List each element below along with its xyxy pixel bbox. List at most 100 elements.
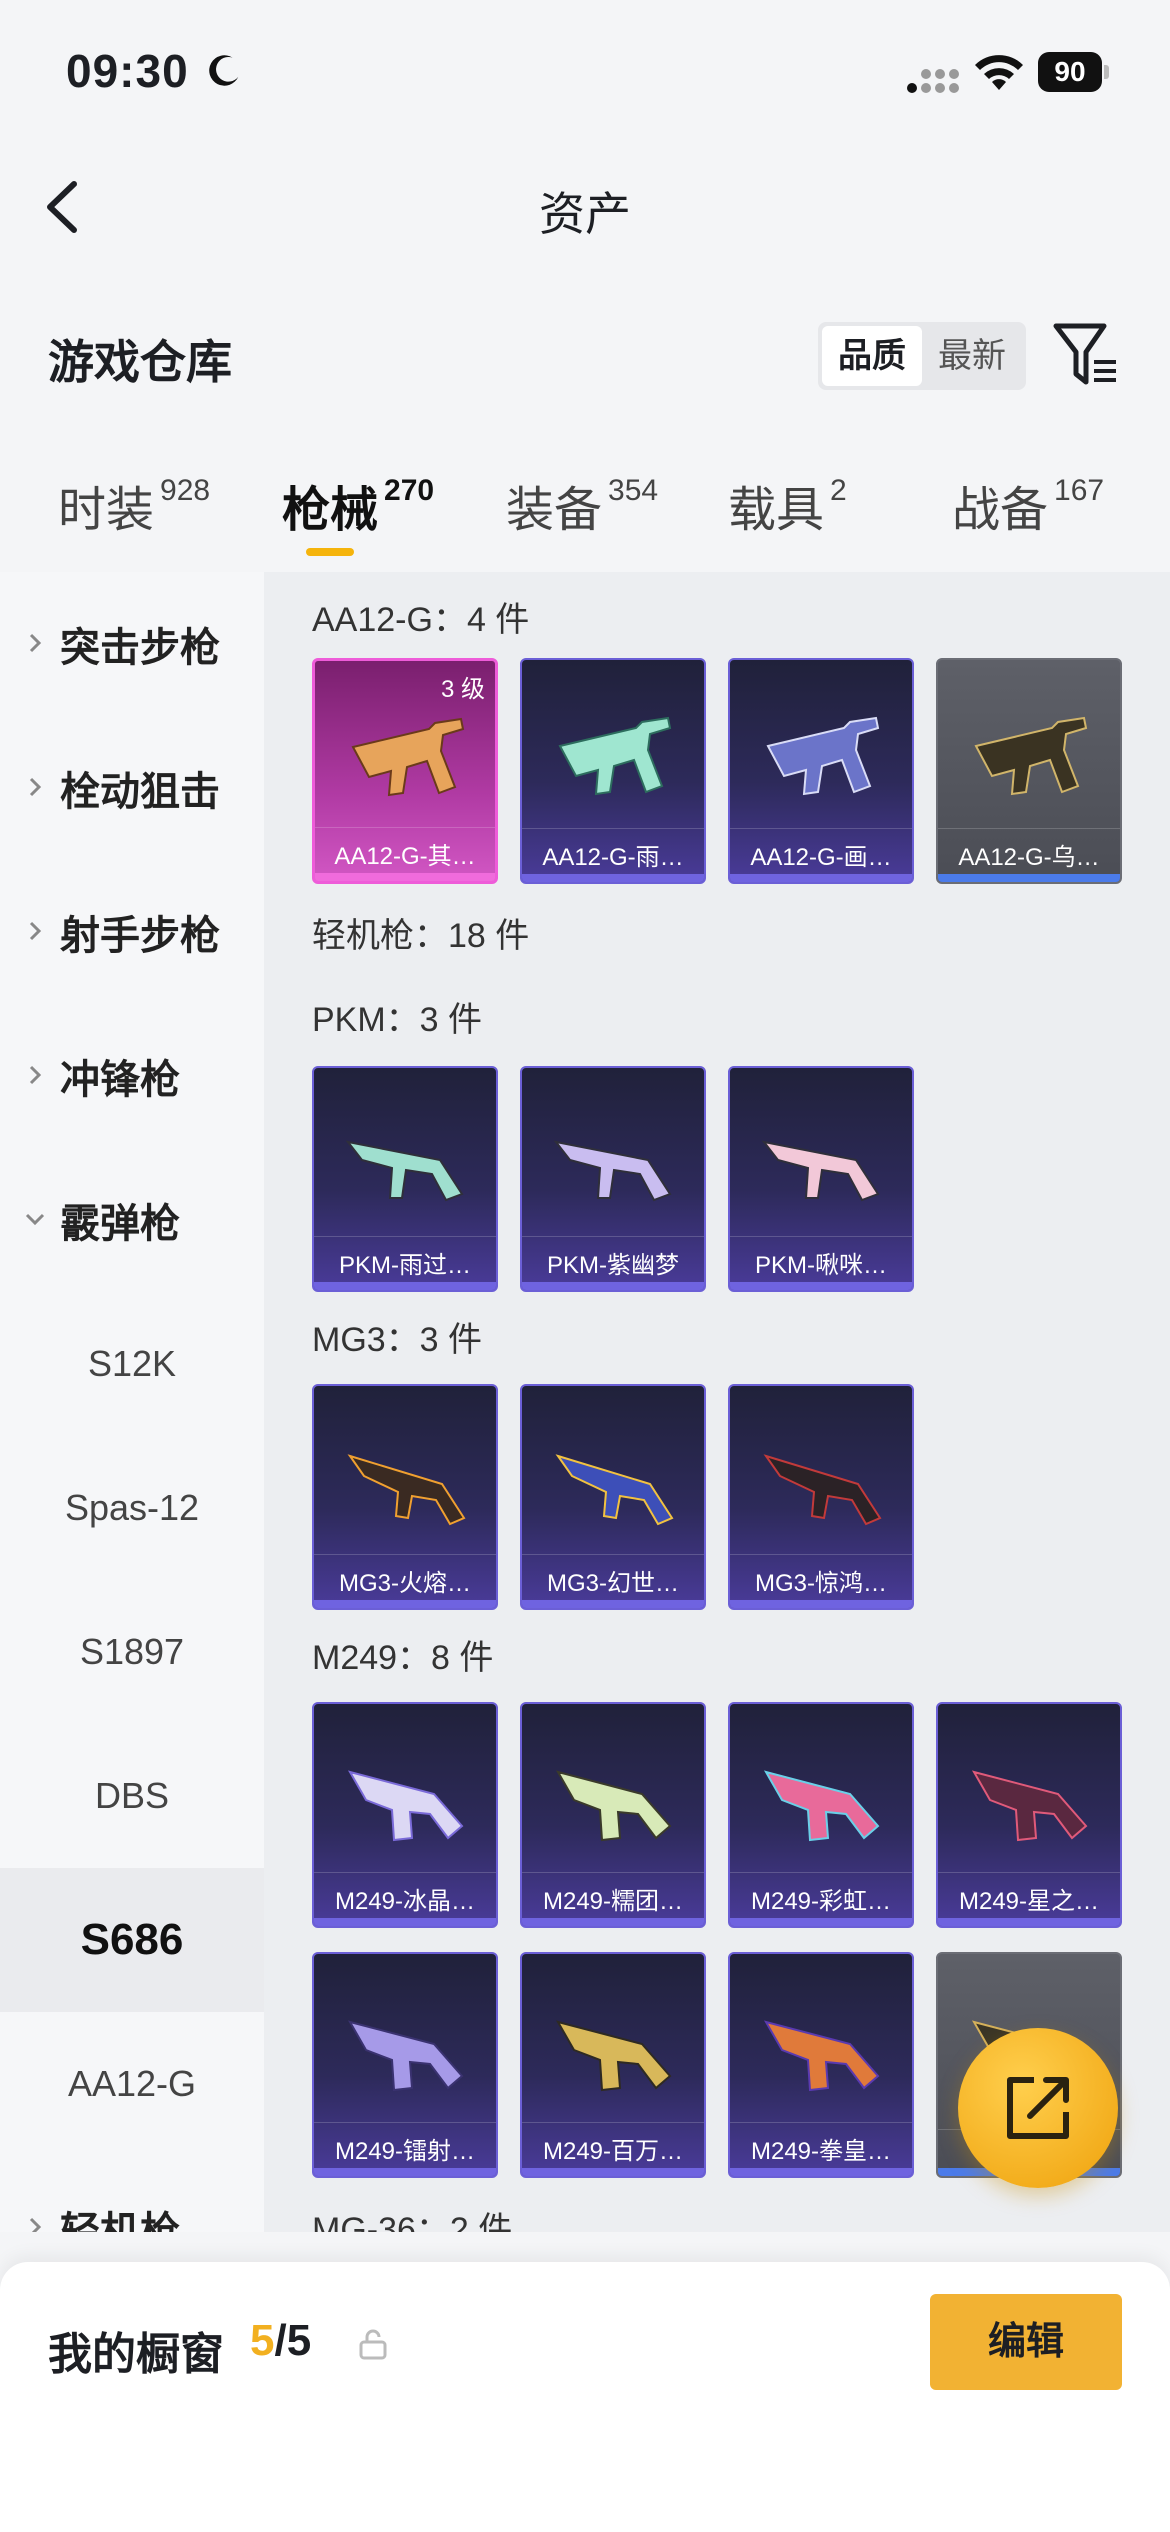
battery-level: 90 bbox=[1038, 52, 1102, 92]
tab-firearms[interactable]: 枪械 270 bbox=[282, 470, 434, 540]
filter-icon[interactable] bbox=[1052, 322, 1120, 388]
status-time: 09:30 bbox=[66, 45, 189, 97]
tab-equipment[interactable]: 装备 354 bbox=[506, 470, 658, 540]
skin-card[interactable]: AA12-G-雨… bbox=[520, 658, 706, 884]
skin-card[interactable]: MG3-幻世… bbox=[520, 1384, 706, 1610]
weapon-skin-icon bbox=[974, 716, 1088, 796]
skin-card[interactable]: PKM-啾咪… bbox=[728, 1066, 914, 1292]
active-tab-indicator bbox=[306, 548, 354, 556]
tab-gear[interactable]: 战备 167 bbox=[952, 470, 1104, 540]
share-button[interactable] bbox=[958, 2028, 1118, 2188]
tab-fashion[interactable]: 时装 928 bbox=[58, 470, 210, 540]
skin-card[interactable]: M249-冰晶… bbox=[312, 1702, 498, 1928]
sidebar-item-marksman-rifle[interactable]: 射手步枪 bbox=[0, 860, 264, 1004]
weapon-skin-icon bbox=[555, 2020, 672, 2092]
tab-count: 2 bbox=[830, 474, 847, 507]
tab-label: 枪械 bbox=[282, 484, 379, 537]
skin-card[interactable]: AA12-G-画… bbox=[728, 658, 914, 884]
weapon-skin-icon bbox=[558, 716, 672, 796]
skin-card[interactable]: MG3-惊鸿… bbox=[728, 1384, 914, 1610]
skin-name: MG3-火熔… bbox=[314, 1554, 496, 1598]
weapon-skin-icon bbox=[345, 1140, 464, 1202]
group-label-pkm: PKM：3 件 bbox=[312, 1001, 483, 1039]
weapon-type-sidebar: 突击步枪 栓动狙击 射手步枪 冲锋枪 霰弹枪 S12K Spas-12 S189… bbox=[0, 572, 264, 2232]
tab-count: 167 bbox=[1054, 474, 1105, 507]
chevron-right-icon bbox=[29, 777, 42, 797]
skin-name: MG3-惊鸿… bbox=[730, 1554, 912, 1598]
sidebar-item-aa12g[interactable]: AA12-G bbox=[0, 2012, 264, 2156]
weapon-skin-icon bbox=[553, 1140, 672, 1202]
tab-label: 载具 bbox=[728, 484, 825, 537]
group-label-aa12g: AA12-G：4 件 bbox=[312, 601, 530, 639]
sidebar-item-s686[interactable]: S686 bbox=[0, 1868, 264, 2012]
weapon-skin-icon bbox=[971, 1770, 1088, 1842]
skin-card[interactable]: 3 级 AA12-G-其… bbox=[312, 658, 498, 884]
weapon-skin-icon bbox=[555, 1454, 674, 1526]
sidebar-item-label: 栓动狙击 bbox=[60, 770, 220, 814]
sidebar-item-smg[interactable]: 冲锋枪 bbox=[0, 1004, 264, 1148]
battery-icon: 90 bbox=[1038, 52, 1110, 92]
skin-name: M249-糯团… bbox=[522, 1872, 704, 1916]
section-title: 游戏仓库 bbox=[48, 336, 232, 388]
skin-card[interactable]: PKM-雨过… bbox=[312, 1066, 498, 1292]
wifi-icon bbox=[975, 55, 1023, 90]
skin-name: M249-冰晶… bbox=[314, 1872, 496, 1916]
skin-card[interactable]: M249-镭射… bbox=[312, 1952, 498, 2178]
showcase-label: 我的橱窗 bbox=[48, 2330, 224, 2379]
skin-card[interactable]: M249-糯团… bbox=[520, 1702, 706, 1928]
tab-count: 270 bbox=[384, 474, 435, 507]
skin-name: AA12-G-雨… bbox=[522, 828, 704, 872]
sidebar-item-s1897[interactable]: S1897 bbox=[0, 1580, 264, 1724]
skin-card[interactable]: MG3-火熔… bbox=[312, 1384, 498, 1610]
sidebar-item-bolt-sniper[interactable]: 栓动狙击 bbox=[0, 716, 264, 860]
tab-label: 时装 bbox=[58, 484, 155, 537]
sort-newest-button[interactable]: 最新 bbox=[922, 326, 1022, 386]
skin-card[interactable]: M249-星之… bbox=[936, 1702, 1122, 1928]
sort-toggle: 品质 最新 bbox=[818, 322, 1026, 390]
skin-name: M249-镭射… bbox=[314, 2122, 496, 2166]
chevron-right-icon bbox=[29, 2217, 42, 2232]
share-icon bbox=[1007, 2077, 1069, 2139]
sidebar-item-label: 霰弹枪 bbox=[60, 1202, 180, 1246]
weapon-skin-icon bbox=[351, 717, 465, 797]
sidebar-item-assault-rifle[interactable]: 突击步枪 bbox=[0, 572, 264, 716]
weapon-skin-icon bbox=[555, 1770, 672, 1842]
tab-label: 装备 bbox=[506, 484, 603, 537]
sidebar-item-spas12[interactable]: Spas-12 bbox=[0, 1436, 264, 1580]
sidebar-item-shotgun[interactable]: 霰弹枪 bbox=[0, 1148, 264, 1292]
skin-name: M249-星之… bbox=[938, 1872, 1120, 1916]
showcase-panel: 我的橱窗 5/5 编辑 bbox=[0, 2262, 1170, 2532]
sidebar-item-label: 突击步枪 bbox=[60, 626, 220, 670]
showcase-total: /5 bbox=[274, 2316, 312, 2365]
skin-card[interactable]: M249-拳皇… bbox=[728, 1952, 914, 2178]
sort-quality-button[interactable]: 品质 bbox=[822, 326, 922, 386]
skin-name: AA12-G-乌… bbox=[938, 828, 1120, 872]
skin-card[interactable]: M249-百万… bbox=[520, 1952, 706, 2178]
edit-button[interactable]: 编辑 bbox=[930, 2294, 1122, 2390]
group-label-lmg: 轻机枪：18 件 bbox=[312, 917, 530, 955]
sidebar-item-label: 冲锋枪 bbox=[60, 1058, 180, 1102]
skin-name: M249-彩虹… bbox=[730, 1872, 912, 1916]
chevron-right-icon bbox=[29, 1065, 42, 1085]
group-label-mg36: MG-36：2 件 bbox=[312, 2211, 513, 2232]
lock-icon bbox=[359, 2329, 387, 2360]
group-label-m249: M249：8 件 bbox=[312, 1639, 494, 1677]
sidebar-item-dbs[interactable]: DBS bbox=[0, 1724, 264, 1868]
nav-bar: 资产 bbox=[0, 150, 1170, 260]
skin-card[interactable]: PKM-紫幽梦 bbox=[520, 1066, 706, 1292]
skin-name: MG3-幻世… bbox=[522, 1554, 704, 1598]
skin-card[interactable]: M249-彩虹… bbox=[728, 1702, 914, 1928]
sidebar-item-lmg[interactable]: 轻机枪 bbox=[0, 2156, 264, 2232]
cellular-signal-icon bbox=[907, 69, 959, 93]
page-title: 资产 bbox=[539, 188, 631, 240]
tab-vehicles[interactable]: 载具 2 bbox=[728, 470, 847, 540]
skin-card[interactable]: AA12-G-乌… bbox=[936, 658, 1122, 884]
showcase-count: 5/5 bbox=[250, 2316, 311, 2366]
weapon-skin-icon bbox=[763, 1770, 880, 1842]
weapon-skin-icon bbox=[347, 1454, 466, 1526]
tab-count: 354 bbox=[608, 474, 659, 507]
sidebar-item-s12k[interactable]: S12K bbox=[0, 1292, 264, 1436]
weapon-skin-icon bbox=[763, 1454, 882, 1526]
chevron-right-icon bbox=[29, 921, 42, 941]
category-tabs: 时装 928 枪械 270 装备 354 载具 2 战备 167 bbox=[0, 470, 1170, 570]
